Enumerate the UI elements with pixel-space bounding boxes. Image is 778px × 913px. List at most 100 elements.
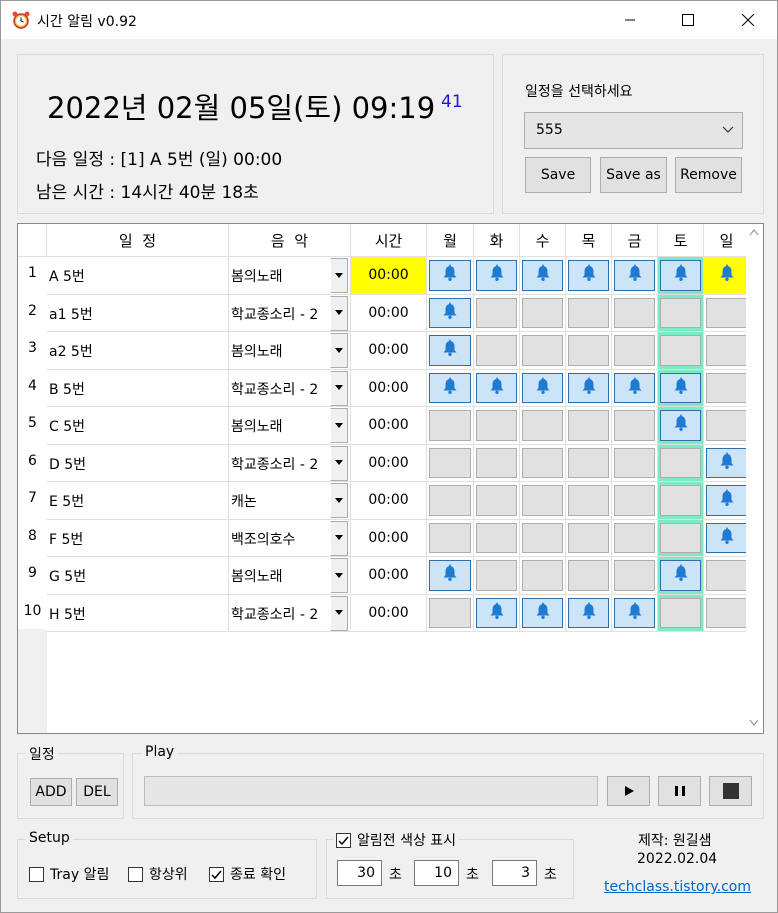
day-toggle-fri[interactable] <box>614 410 655 441</box>
day-toggle-tue[interactable] <box>476 485 517 516</box>
day-toggle-tue[interactable] <box>476 372 517 403</box>
always-on-top-checkbox-box[interactable] <box>128 866 143 882</box>
schedule-name-cell[interactable]: F 5번 <box>47 519 229 557</box>
remove-button[interactable]: Remove <box>675 157 742 193</box>
day-toggle-sat[interactable] <box>660 597 701 628</box>
music-dropdown-button[interactable] <box>330 333 348 368</box>
day-toggle-thu[interactable] <box>568 560 609 591</box>
music-select-cell[interactable]: 봄의노래 <box>229 257 351 295</box>
day-toggle-tue[interactable] <box>476 297 517 328</box>
day-toggle-sun[interactable] <box>706 447 747 478</box>
alert-seconds-1-input[interactable]: 30 <box>337 860 382 886</box>
day-toggle-sun[interactable] <box>706 485 747 516</box>
exit-confirm-checkbox[interactable]: 종료 확인 <box>209 864 286 884</box>
schedule-name-cell[interactable]: B 5번 <box>47 369 229 407</box>
schedule-name-cell[interactable]: C 5번 <box>47 407 229 445</box>
day-toggle-wed[interactable] <box>522 410 563 441</box>
day-toggle-fri[interactable] <box>614 260 655 291</box>
day-toggle-sun[interactable] <box>706 410 747 441</box>
header-time[interactable]: 시간 <box>351 224 427 257</box>
music-select-cell[interactable]: 봄의노래 <box>229 557 351 595</box>
day-toggle-thu[interactable] <box>568 522 609 553</box>
header-music[interactable]: 음 악 <box>229 224 351 257</box>
day-toggle-fri[interactable] <box>614 522 655 553</box>
day-toggle-thu[interactable] <box>568 447 609 478</box>
music-select-cell[interactable]: 봄의노래 <box>229 332 351 370</box>
day-toggle-thu[interactable] <box>568 372 609 403</box>
day-toggle-thu[interactable] <box>568 597 609 628</box>
time-cell[interactable]: 00:00 <box>351 294 427 332</box>
day-toggle-wed[interactable] <box>522 522 563 553</box>
time-cell[interactable]: 00:00 <box>351 332 427 370</box>
minimize-button[interactable] <box>607 1 653 39</box>
music-select-cell[interactable]: 학교종소리 - 2 <box>229 294 351 332</box>
day-toggle-tue[interactable] <box>476 260 517 291</box>
header-thu[interactable]: 목 <box>566 224 612 257</box>
del-button[interactable]: DEL <box>76 778 118 806</box>
day-toggle-thu[interactable] <box>568 485 609 516</box>
day-toggle-mon[interactable] <box>429 260 471 291</box>
day-toggle-wed[interactable] <box>522 597 563 628</box>
day-toggle-tue[interactable] <box>476 597 517 628</box>
header-fri[interactable]: 금 <box>612 224 658 257</box>
music-dropdown-button[interactable] <box>330 595 348 631</box>
day-toggle-thu[interactable] <box>568 260 609 291</box>
day-toggle-sat[interactable] <box>660 335 701 366</box>
schedule-combobox[interactable]: 555 <box>524 112 743 149</box>
music-dropdown-button[interactable] <box>330 558 348 593</box>
music-dropdown-button[interactable] <box>330 520 348 556</box>
day-toggle-tue[interactable] <box>476 560 517 591</box>
day-toggle-wed[interactable] <box>522 485 563 516</box>
day-toggle-mon[interactable] <box>429 335 471 366</box>
homepage-link[interactable]: techclass.tistory.com <box>604 879 751 895</box>
close-button[interactable] <box>725 1 771 39</box>
day-toggle-sat[interactable] <box>660 410 701 441</box>
time-cell[interactable]: 00:00 <box>351 407 427 445</box>
day-toggle-mon[interactable] <box>429 297 471 328</box>
day-toggle-fri[interactable] <box>614 485 655 516</box>
day-toggle-fri[interactable] <box>614 297 655 328</box>
music-select-cell[interactable]: 학교종소리 - 2 <box>229 369 351 407</box>
schedule-name-cell[interactable]: G 5번 <box>47 557 229 595</box>
music-select-cell[interactable]: 백조의호수 <box>229 519 351 557</box>
music-dropdown-button[interactable] <box>330 370 348 406</box>
music-dropdown-button[interactable] <box>330 483 348 518</box>
day-toggle-mon[interactable] <box>429 522 471 553</box>
day-toggle-thu[interactable] <box>568 335 609 366</box>
day-toggle-mon[interactable] <box>429 447 471 478</box>
day-toggle-sun[interactable] <box>706 372 747 403</box>
play-button[interactable] <box>607 776 650 806</box>
day-toggle-wed[interactable] <box>522 372 563 403</box>
music-dropdown-button[interactable] <box>330 295 348 331</box>
day-toggle-sat[interactable] <box>660 297 701 328</box>
time-cell[interactable]: 00:00 <box>351 369 427 407</box>
time-cell[interactable]: 00:00 <box>351 444 427 482</box>
schedule-name-cell[interactable]: H 5번 <box>47 594 229 632</box>
day-toggle-sun[interactable] <box>706 560 747 591</box>
music-dropdown-button[interactable] <box>330 408 348 443</box>
time-cell[interactable]: 00:00 <box>351 482 427 520</box>
header-mon[interactable]: 월 <box>427 224 474 257</box>
day-toggle-mon[interactable] <box>429 410 471 441</box>
day-toggle-wed[interactable] <box>522 260 563 291</box>
day-toggle-thu[interactable] <box>568 297 609 328</box>
header-sun[interactable]: 일 <box>704 224 750 257</box>
music-select-cell[interactable]: 캐논 <box>229 482 351 520</box>
day-toggle-wed[interactable] <box>522 297 563 328</box>
day-toggle-sat[interactable] <box>660 522 701 553</box>
alert-color-checkbox[interactable]: 알림전 색상 표시 <box>333 830 460 850</box>
day-toggle-wed[interactable] <box>522 560 563 591</box>
tray-checkbox-box[interactable] <box>29 866 44 882</box>
music-select-cell[interactable]: 학교종소리 - 2 <box>229 444 351 482</box>
save-as-button[interactable]: Save as <box>600 157 667 193</box>
music-dropdown-button[interactable] <box>330 258 348 293</box>
day-toggle-fri[interactable] <box>614 447 655 478</box>
day-toggle-fri[interactable] <box>614 560 655 591</box>
day-toggle-sun[interactable] <box>706 297 747 328</box>
day-toggle-sat[interactable] <box>660 447 701 478</box>
day-toggle-sun[interactable] <box>706 597 747 628</box>
maximize-button[interactable] <box>665 1 711 39</box>
header-tue[interactable]: 화 <box>474 224 520 257</box>
tray-checkbox[interactable]: Tray 알림 <box>29 864 109 884</box>
day-toggle-mon[interactable] <box>429 485 471 516</box>
